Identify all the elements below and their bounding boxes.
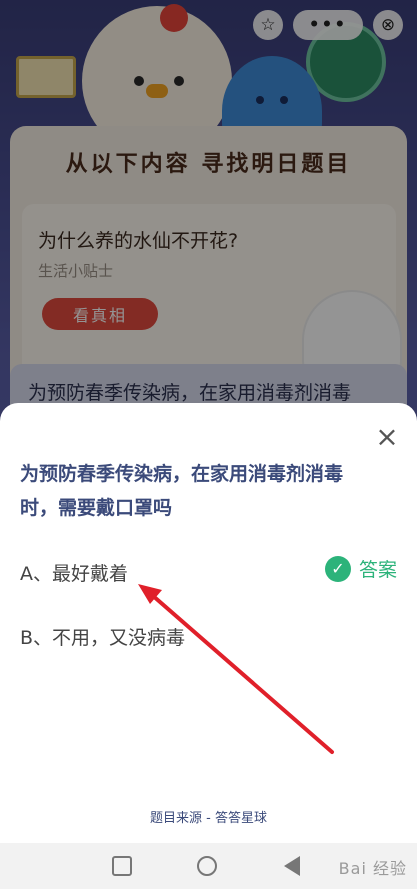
option-a[interactable]: A、最好戴着 — [20, 559, 128, 586]
system-navigation-bar: Bai 经验 — [0, 843, 417, 889]
question-source: 题目来源 - 答答星球 — [150, 811, 267, 826]
answer-tag: 答案 — [358, 559, 397, 581]
answer-badge: ✓ 答案 — [324, 555, 397, 582]
baidu-jingyan-watermark: Bai 经验 — [338, 859, 407, 878]
check-circle-icon: ✓ — [324, 555, 351, 582]
back-icon[interactable] — [284, 856, 300, 876]
option-b[interactable]: B、不用，又没病毒 — [20, 623, 185, 650]
home-icon[interactable] — [197, 856, 217, 876]
close-icon[interactable]: × — [371, 421, 403, 453]
recent-apps-icon[interactable] — [112, 856, 132, 876]
sheet-question: 为预防春季传染病，在家用消毒剂消毒时，需要戴口罩吗 — [20, 463, 344, 519]
answer-sheet: × 为预防春季传染病，在家用消毒剂消毒时，需要戴口罩吗 A、最好戴着 ✓ 答案 … — [0, 403, 417, 843]
